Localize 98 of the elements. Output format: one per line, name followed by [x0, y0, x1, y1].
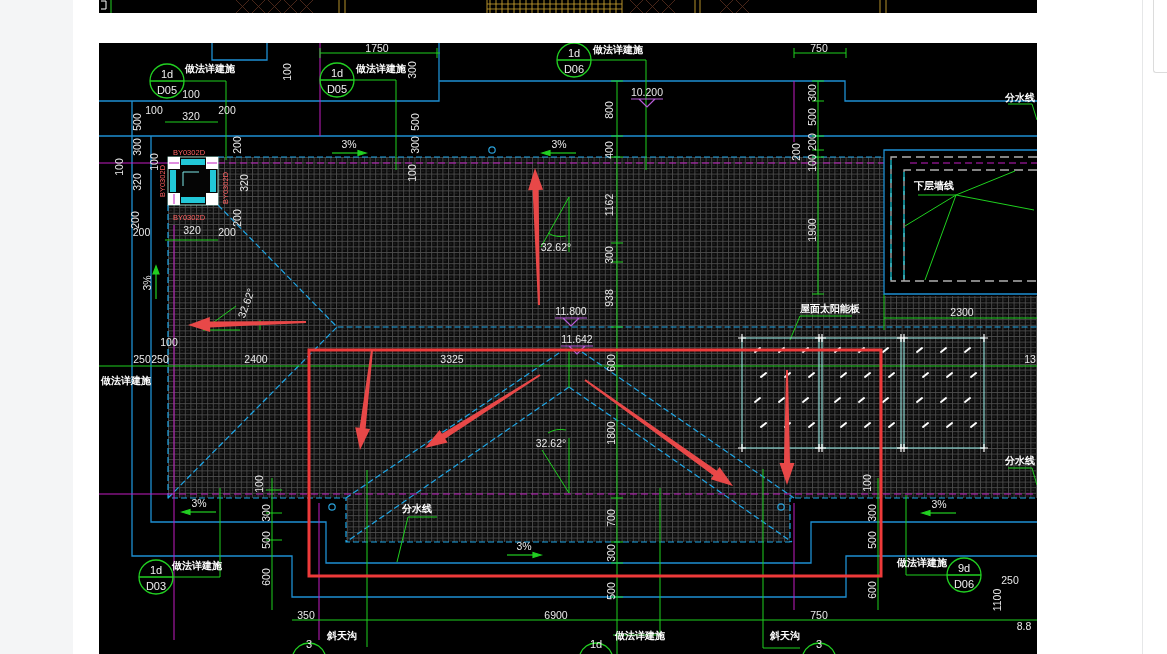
dimension-label: 1100 [991, 588, 1003, 612]
dimension-label: 600 [605, 354, 617, 372]
dimension-label: 250 [1001, 574, 1019, 586]
elevation-marker-icon [630, 98, 664, 108]
dimension-label: 200 [129, 211, 141, 229]
ring-icon [488, 146, 496, 154]
annotation-label: 屋面太阳能板 [800, 302, 860, 314]
dimension-label: 500 [131, 113, 143, 131]
dimension-label: 100 [160, 336, 178, 348]
dimension-label: 500 [409, 113, 421, 131]
dimension-label: 320 [182, 110, 200, 122]
dimension-label: 100 [148, 153, 160, 171]
annotation-label: 分水线 [1005, 454, 1035, 466]
dimension-label: 1900 [806, 218, 818, 242]
dimension-label: 750 [810, 43, 828, 54]
slope-label: 3% [931, 498, 947, 510]
dimension-label: 300 [866, 504, 878, 522]
dimension-label: 750 [810, 609, 828, 621]
dimension-label: 700 [605, 509, 617, 527]
slope-label: 3% [191, 497, 207, 509]
slope-label: 3% [551, 138, 567, 150]
dimension-label: 300 [605, 544, 617, 562]
dimension-label: 200 [218, 226, 236, 238]
annotation-label: 做法详建施 [101, 374, 151, 386]
dimension-label: 200 [806, 133, 818, 151]
slope-label: 3% [516, 540, 532, 552]
dimension-label: 938 [603, 289, 615, 307]
dimension-label: 200 [231, 136, 243, 154]
angle-label: 32.62° [535, 437, 567, 449]
dimension-label: 500 [866, 531, 878, 549]
annotation-label: 做法详建施 [356, 62, 406, 74]
dimension-label: 6900 [544, 609, 568, 621]
ring-icon [777, 503, 785, 511]
slope-label: 3% [341, 138, 357, 150]
dimension-label: 100 [253, 475, 265, 493]
dimension-label: 100 [145, 104, 163, 116]
dimension-label: 1162 [603, 193, 615, 217]
slope-arrow-icon [152, 264, 160, 300]
elevation-label: 11.642 [561, 333, 593, 345]
annotation-label: 分水线 [1005, 91, 1035, 103]
slope-arrow-icon [920, 509, 957, 517]
detail-callout: 1d D05 [319, 62, 355, 98]
dimension-label: 100 [182, 88, 200, 100]
dimension-label: 300 [260, 504, 272, 522]
slope-arrow-icon [180, 508, 217, 516]
elevation-marker-icon [554, 317, 588, 327]
dimension-label: 200 [790, 143, 802, 161]
dimension-label: 320 [183, 224, 201, 236]
dimension-label: 2300 [950, 306, 974, 318]
annotation-label: 做法详建施 [185, 62, 235, 74]
dimension-label: 8.8 [1016, 620, 1032, 632]
dimension-label: 200 [231, 209, 243, 227]
annotation-label: 做法详建施 [897, 556, 947, 568]
dimension-label: 200 [218, 104, 236, 116]
annotation-label: 下层墙线 [914, 179, 954, 191]
annotation-label: 做法详建施 [615, 629, 665, 641]
slope-arrow-icon [506, 551, 543, 559]
detail-callout: 9d D06 [946, 557, 982, 593]
dimension-label: 300 [131, 138, 143, 156]
dimension-label: 300 [409, 136, 421, 154]
detail-callout: 1d D06 [556, 43, 592, 78]
dimension-label: 400 [603, 141, 615, 159]
dimension-label: 800 [603, 101, 615, 119]
slope-label: 3% [141, 275, 153, 291]
annotation-label: 斜天沟 [770, 629, 800, 641]
dimension-label: 100 [806, 154, 818, 172]
elevation-label: 11.800 [555, 305, 587, 317]
elevation-marker-icon [560, 345, 594, 355]
dimension-label: 320 [238, 174, 250, 192]
dimension-label: 600 [866, 581, 878, 599]
annotation-label: 做法详建施 [593, 43, 643, 55]
dimension-label: 320 [131, 173, 143, 191]
dimension-label: 600 [260, 568, 272, 586]
slope-arrow-icon [540, 149, 577, 157]
slope-arrow-icon [331, 149, 368, 157]
dimension-label: 1800 [605, 421, 617, 445]
dimension-label: 100 [281, 63, 293, 81]
dimension-label: 3325 [440, 353, 464, 365]
dimension-label: 1750 [365, 43, 389, 54]
elevation-label: 10.200 [630, 86, 664, 98]
dimension-label: 100 [406, 164, 418, 182]
annotation-label: 做法详建施 [172, 559, 222, 571]
dimension-label: 100 [113, 158, 125, 176]
dimension-label: 500 [260, 531, 272, 549]
annotation-label: 斜天沟 [327, 629, 357, 641]
dimension-label: 350 [297, 609, 315, 621]
dimension-label: 300 [806, 84, 818, 102]
annotation-label: 分水线 [402, 502, 432, 514]
dimension-label: 500 [806, 108, 818, 126]
dimension-label: 100 [861, 474, 873, 492]
dimension-label: 13 [1024, 353, 1036, 365]
dimension-label: 300 [603, 246, 615, 264]
ring-icon [328, 503, 336, 511]
angle-label: 32.62° [235, 286, 257, 320]
dimension-label: 500 [605, 582, 617, 600]
angle-label: 32.62° [540, 241, 572, 253]
dimension-label: 300 [406, 61, 418, 79]
dimension-label: 2400 [244, 353, 268, 365]
